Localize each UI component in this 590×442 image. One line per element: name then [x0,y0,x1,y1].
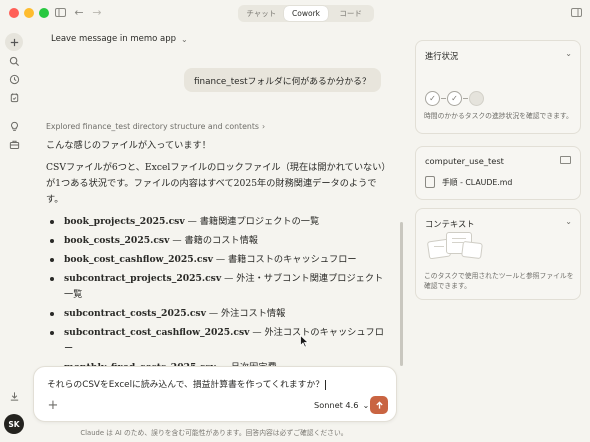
file-name: book_projects_2025.csv [64,216,185,227]
workspace-card: computer_use_test 手順 - CLAUDE.md [415,146,581,200]
folder-icon[interactable] [560,156,571,164]
composer-input-text: それらのCSVをExcelに読み込んで、損益計算書を作ってくれますか？ [47,380,325,390]
lightbulb-icon[interactable] [5,117,23,135]
list-item: book_cost_cashflow_2025.csv — 書籍コストのキャッシ… [46,252,386,268]
file-desc: — 書籍コストのキャッシュフロー [212,254,357,265]
workspace-title: computer_use_test [425,156,504,166]
reply-summary: CSVファイルが6つと、Excelファイルのロックファイル（現在は開かれていない… [46,162,386,205]
conversation-area: Leave message in memo app ⌄ finance_test… [29,26,408,442]
tab-cowork[interactable]: Cowork [283,6,329,21]
list-item: book_costs_2025.csv — 書籍のコスト情報 [46,233,386,249]
file-name: subcontract_projects_2025.csv [64,273,222,284]
file-desc: — 書籍のコスト情報 [169,235,258,246]
tasks-icon[interactable] [5,88,23,106]
workspace-file-name: 手順 - CLAUDE.md [442,177,513,187]
message-composer[interactable]: それらのCSVをExcelに読み込んで、損益計算書を作ってくれますか？ + So… [33,366,397,422]
chevron-down-icon[interactable]: ⌄ [565,49,572,58]
workspace-file[interactable]: 手順 - CLAUDE.md [425,176,512,188]
zoom-window-button[interactable] [39,8,49,18]
download-icon[interactable] [5,387,23,405]
search-icon[interactable] [5,52,23,70]
mode-switcher: チャット Cowork コード [238,5,374,22]
send-button[interactable] [370,396,388,414]
composer-input[interactable]: それらのCSVをExcelに読み込んで、損益計算書を作ってくれますか？ [47,377,327,390]
context-description: このタスクで使用されたツールと参照ファイルを確認できます。 [424,272,574,290]
chevron-down-icon: ⌄ [362,400,370,410]
avatar[interactable]: SK [4,414,24,434]
conversation-title[interactable]: Leave message in memo app ⌄ [51,34,188,44]
tab-code[interactable]: コード [328,6,373,21]
right-panel-toggle-icon[interactable] [570,5,582,20]
chevron-down-icon: ⌄ [181,34,188,44]
list-item: subcontract_projects_2025.csv — 外注・サブコント… [46,271,386,303]
file-name: book_cost_cashflow_2025.csv [64,254,213,265]
context-title: コンテキスト [425,219,475,229]
file-name: subcontract_costs_2025.csv [64,308,206,319]
file-desc: — 書籍関連プロジェクトの一覧 [184,216,320,227]
text-caret [325,379,327,390]
app-window: ← → チャット Cowork コード SK Leave message in … [0,0,590,442]
tab-chat[interactable]: チャット [239,6,284,21]
reply-intro: こんな感じのファイルが入っています！ [46,140,211,151]
briefcase-icon[interactable] [5,135,23,153]
list-item: subcontract_cost_cashflow_2025.csv — 外注コ… [46,325,386,357]
history-clock-icon[interactable] [5,70,23,88]
file-desc: — 外注コスト情報 [205,308,286,319]
arrow-up-icon [375,400,383,409]
close-window-button[interactable] [9,8,19,18]
file-name: book_costs_2025.csv [64,235,170,246]
model-selector[interactable]: Sonnet 4.6 ⌄ [314,400,369,410]
forward-arrow-icon[interactable]: → [91,5,103,20]
context-illustration-icon [424,230,486,270]
step-connector [441,98,446,99]
user-message: finance_testフォルダに何があるか分かる？ [184,68,381,92]
chevron-down-icon[interactable]: ⌄ [565,217,572,226]
scrollbar[interactable] [400,222,403,366]
step-complete-check-icon: ✓ [425,91,440,106]
disclaimer-text: Claude は AI のため、誤りを含む可能性があります。回答内容は必ずご確認… [80,429,348,437]
back-arrow-icon[interactable]: ← [73,5,85,20]
progress-description: 時間のかかるタスクの進捗状況を確認できます。 [424,112,573,120]
file-name: subcontract_cost_cashflow_2025.csv [64,327,250,338]
explored-label: Explored finance_test directory structur… [46,122,259,131]
model-name: Sonnet 4.6 [314,400,359,410]
step-pending-icon [469,91,484,106]
add-attachment-button[interactable]: + [46,399,60,413]
file-list: book_projects_2025.csv — 書籍関連プロジェクトの一覧 b… [46,214,386,376]
list-item: subcontract_costs_2025.csv — 外注コスト情報 [46,306,386,322]
left-rail: SK [0,26,28,442]
conversation-title-text: Leave message in memo app [51,34,177,44]
title-bar: ← → チャット Cowork コード [0,0,590,26]
context-card: コンテキスト ⌄ このタスクで使用されたツールと参照ファイルを確認できます。 [415,208,581,300]
step-complete-check-icon: ✓ [447,91,462,106]
new-task-icon[interactable] [5,33,23,51]
sidebar-toggle-icon[interactable] [54,5,66,20]
progress-card: 進行状況 ⌄ ✓ ✓ 時間のかかるタスクの進捗状況を確認できます。 [415,40,581,134]
minimize-window-button[interactable] [24,8,34,18]
progress-title: 進行状況 [425,51,459,61]
list-item: book_projects_2025.csv — 書籍関連プロジェクトの一覧 [46,214,386,230]
assistant-reply: こんな感じのファイルが入っています！ CSVファイルが6つと、Excelファイル… [46,138,386,379]
file-icon [425,176,435,188]
explored-summary[interactable]: Explored finance_test directory structur… [46,122,265,131]
chevron-right-icon: › [261,122,266,131]
step-connector [463,98,468,99]
